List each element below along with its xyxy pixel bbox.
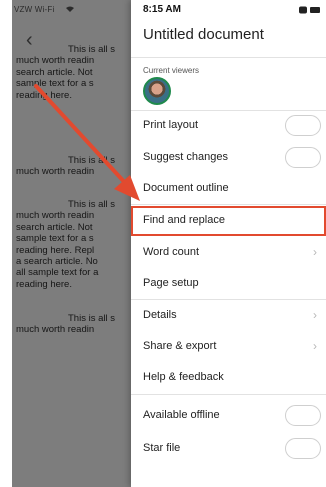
chevron-right-icon: › <box>313 339 317 353</box>
app-frame: VZW Wi-Fi ‹ This is all s much worth rea… <box>12 0 326 487</box>
battery-icon <box>299 6 320 14</box>
highlight-box <box>131 206 326 236</box>
print-layout-toggle[interactable] <box>285 115 321 136</box>
divider <box>131 394 326 395</box>
menu-item-suggest-changes[interactable]: Suggest changes <box>131 143 326 173</box>
menu-item-page-setup[interactable]: Page setup <box>131 269 326 299</box>
suggest-changes-toggle[interactable] <box>285 147 321 168</box>
menu-item-share-export[interactable]: Share & export › <box>131 332 326 362</box>
menu-item-find-and-replace[interactable]: Find and replace <box>131 206 326 236</box>
star-file-toggle[interactable] <box>285 438 321 459</box>
menu-item-available-offline[interactable]: Available offline <box>131 401 326 431</box>
carrier-label: VZW Wi-Fi <box>14 5 55 14</box>
menu-item-help-feedback[interactable]: Help & feedback <box>131 363 326 393</box>
document-menu-drawer: 8:15 AM Untitled document Current viewer… <box>131 0 326 487</box>
chevron-right-icon: › <box>313 245 317 259</box>
menu-item-star-file[interactable]: Star file <box>131 434 326 464</box>
document-title: Untitled document <box>143 26 264 43</box>
wifi-icon <box>66 6 74 12</box>
divider <box>131 204 326 205</box>
chevron-right-icon: › <box>313 308 317 322</box>
menu-item-word-count[interactable]: Word count › <box>131 238 326 268</box>
current-viewers-label: Current viewers <box>143 66 200 75</box>
menu-item-document-outline[interactable]: Document outline <box>131 174 326 204</box>
available-offline-toggle[interactable] <box>285 405 321 426</box>
divider <box>131 299 326 300</box>
viewer-avatar[interactable] <box>143 77 171 105</box>
divider <box>131 57 326 58</box>
menu-item-details[interactable]: Details › <box>131 301 326 331</box>
menu-item-print-layout[interactable]: Print layout <box>131 111 326 141</box>
status-time: 8:15 AM <box>143 4 181 15</box>
